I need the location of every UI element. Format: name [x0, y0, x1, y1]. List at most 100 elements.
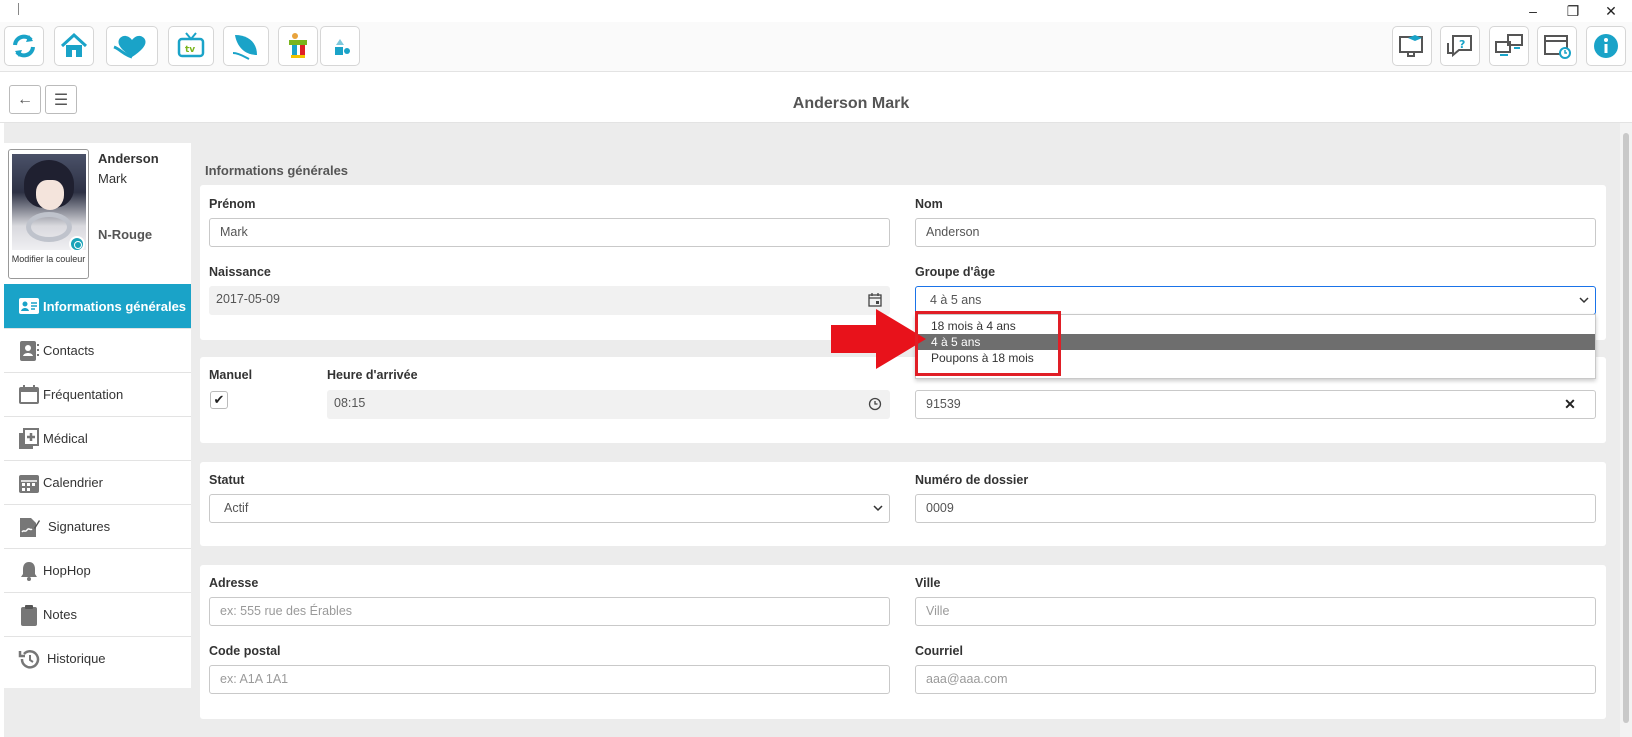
sidebar-item-label: Notes	[43, 607, 77, 622]
manuel-checkbox[interactable]: ✔	[210, 391, 228, 409]
heure-arrivee-value: 08:15	[334, 396, 366, 410]
sidebar-item-label: Calendrier	[43, 475, 103, 490]
history-icon	[18, 648, 40, 670]
heure-arrivee-label: Heure d'arrivée	[327, 368, 418, 382]
kids-icon	[289, 33, 307, 58]
nom-input[interactable]: Anderson	[915, 218, 1596, 247]
chevron-down-icon	[1579, 297, 1589, 304]
contact-icon	[18, 340, 40, 362]
prenom-label: Prénom	[209, 197, 256, 211]
sidebar-item-label: Signatures	[48, 519, 111, 534]
main-toolbar: tv ?	[0, 22, 1632, 72]
courriel-label: Courriel	[915, 644, 963, 658]
chevron-down-icon	[873, 505, 883, 512]
sidebar-item-calendrier[interactable]: Calendrier	[4, 460, 191, 504]
naissance-label: Naissance	[209, 265, 271, 279]
naissance-value: 2017-05-09	[216, 292, 280, 306]
nom-label: Nom	[915, 197, 943, 211]
adresse-label: Adresse	[209, 576, 259, 590]
help-chat-icon: ?	[1447, 35, 1472, 58]
annotation-highlight-box	[915, 311, 1061, 376]
minimize-button[interactable]: –	[1518, 2, 1548, 20]
sidebar-item-label: HopHop	[43, 563, 91, 578]
avatar-face	[36, 180, 64, 210]
medical-icon	[18, 427, 40, 450]
shapes-icon	[335, 39, 350, 55]
window-titlebar: – ❐ ✕	[0, 0, 1632, 22]
leaf-hand-button[interactable]	[223, 26, 269, 66]
naissance-input[interactable]: 2017-05-09	[209, 286, 890, 315]
scrollbar-thumb[interactable]	[1623, 133, 1629, 723]
avatar-headphones	[26, 212, 72, 242]
svg-text:?: ?	[1459, 38, 1465, 51]
sidebar-item-label: Fréquentation	[43, 387, 124, 402]
restore-button[interactable]: ❐	[1558, 2, 1588, 20]
profile-last-name: Anderson	[98, 151, 159, 166]
screen-cap-button[interactable]	[1392, 26, 1432, 66]
code-input[interactable]: 91539	[915, 390, 1546, 419]
prenom-input[interactable]: Mark	[209, 218, 890, 247]
id-card-icon	[18, 295, 40, 317]
home-button[interactable]	[54, 26, 94, 66]
courriel-input[interactable]: aaa@aaa.com	[915, 665, 1596, 694]
sidebar-item-label: Contacts	[43, 343, 95, 358]
profile-card[interactable]: Modifier la couleur	[8, 149, 89, 279]
heure-arrivee-input[interactable]: 08:15	[327, 390, 890, 419]
numero-dossier-input[interactable]: 0009	[915, 494, 1596, 523]
statut-label: Statut	[209, 473, 245, 487]
modify-color-link[interactable]: Modifier la couleur	[9, 254, 88, 264]
refresh-button[interactable]	[4, 26, 44, 66]
svg-text:tv: tv	[185, 45, 195, 55]
code-postal-label: Code postal	[209, 644, 281, 658]
manuel-label: Manuel	[209, 368, 253, 382]
calendar-clock-icon	[1544, 35, 1571, 59]
section-title: Informations générales	[205, 163, 349, 178]
clipboard-icon	[18, 604, 40, 626]
sidebar-item-signatures[interactable]: Signatures	[4, 504, 191, 548]
profile-group: N-Rouge	[98, 227, 153, 242]
tv-icon: tv	[177, 32, 205, 58]
vertical-scrollbar[interactable]	[1620, 123, 1632, 737]
ville-input[interactable]: Ville	[915, 597, 1596, 626]
signature-icon	[18, 516, 40, 538]
screens-sync-icon	[1495, 34, 1523, 56]
adresse-input[interactable]: ex: 555 rue des Érables	[209, 597, 890, 626]
sidebar-item-label: Informations générales	[43, 298, 187, 314]
tv-button[interactable]: tv	[168, 26, 214, 66]
annotation-arrow	[831, 309, 926, 369]
sidebar-item-hophop[interactable]: HopHop	[4, 548, 191, 592]
code-postal-input[interactable]: ex: A1A 1A1	[209, 665, 890, 694]
heart-hands-icon	[113, 35, 146, 59]
close-button[interactable]: ✕	[1596, 2, 1626, 20]
heart-hands-button[interactable]	[106, 26, 158, 66]
address-card	[200, 565, 1606, 719]
statut-value: Actif	[224, 501, 249, 515]
calendar-grid-icon	[18, 472, 40, 494]
info-button[interactable]	[1586, 26, 1626, 66]
help-chat-button[interactable]: ?	[1440, 26, 1480, 66]
sidebar-item-frequentation[interactable]: Fréquentation	[4, 372, 191, 416]
sidebar: Modifier la couleur Anderson Mark N-Roug…	[4, 143, 191, 688]
statut-select[interactable]: Actif	[209, 494, 890, 523]
page-title: Anderson Mark	[792, 95, 910, 112]
camera-icon[interactable]	[69, 236, 85, 252]
ville-label: Ville	[915, 576, 941, 590]
page-header: ← ☰ Anderson Mark	[0, 73, 1632, 123]
sidebar-item-historique[interactable]: Historique	[4, 636, 191, 680]
bell-icon	[18, 560, 40, 582]
shapes-button[interactable]	[320, 26, 360, 66]
home-icon	[60, 32, 88, 57]
calendar-clock-button[interactable]	[1537, 26, 1577, 66]
kids-button[interactable]	[278, 26, 318, 66]
sidebar-item-label: Historique	[47, 651, 106, 666]
clear-button[interactable]: ✕	[1545, 390, 1596, 419]
sidebar-item-informations[interactable]: Informations générales	[4, 284, 191, 328]
screens-sync-button[interactable]	[1489, 26, 1529, 66]
sidebar-item-notes[interactable]: Notes	[4, 592, 191, 636]
sidebar-item-contacts[interactable]: Contacts	[4, 328, 191, 372]
groupe-age-value: 4 à 5 ans	[930, 293, 982, 307]
calendar-picker-icon[interactable]	[868, 293, 882, 307]
clock-icon[interactable]	[868, 397, 882, 411]
screen-cap-icon	[1399, 35, 1423, 57]
sidebar-item-medical[interactable]: Médical	[4, 416, 191, 460]
